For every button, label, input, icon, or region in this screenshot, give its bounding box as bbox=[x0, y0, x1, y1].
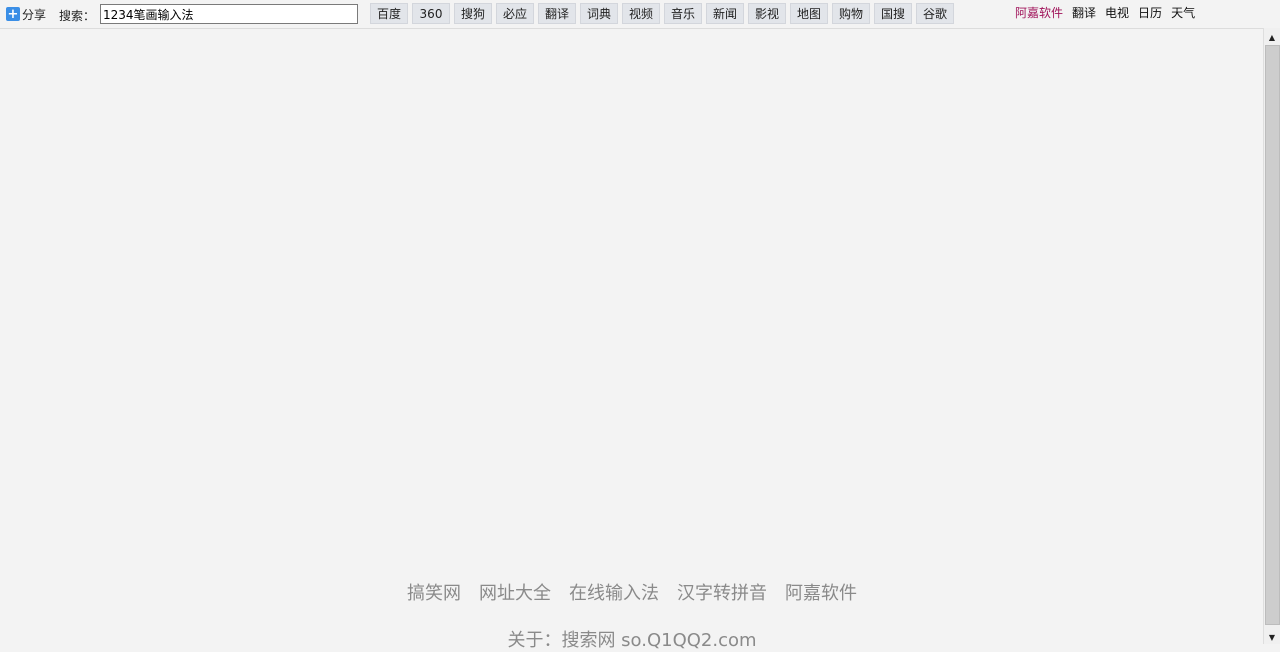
share-label: 分享 bbox=[22, 7, 47, 22]
tv-link[interactable]: 电视 bbox=[1105, 4, 1129, 21]
translate-link[interactable]: 翻译 bbox=[1072, 4, 1096, 21]
footer-link-directory[interactable]: 网址大全 bbox=[479, 579, 551, 605]
engine-button-360[interactable]: 360 bbox=[412, 3, 450, 24]
footer-link-online-ime[interactable]: 在线输入法 bbox=[569, 579, 659, 605]
scroll-up-icon[interactable]: ▲ bbox=[1265, 30, 1279, 44]
vertical-scrollbar[interactable]: ▲ ▼ bbox=[1263, 28, 1280, 644]
search-input[interactable] bbox=[100, 4, 358, 24]
engine-button-sogou[interactable]: 搜狗 bbox=[454, 3, 492, 24]
engine-button-video[interactable]: 视频 bbox=[622, 3, 660, 24]
scroll-down-icon[interactable]: ▼ bbox=[1265, 630, 1279, 644]
share-button[interactable]: + 分享 bbox=[6, 6, 46, 22]
scrollbar-thumb[interactable] bbox=[1265, 45, 1280, 625]
search-engine-buttons: 百度 360 搜狗 必应 翻译 词典 视频 音乐 新闻 影视 地图 购物 国搜 … bbox=[370, 3, 954, 24]
engine-button-movies[interactable]: 影视 bbox=[748, 3, 786, 24]
brand-link[interactable]: 阿嘉软件 bbox=[1015, 4, 1063, 21]
about-text: 关于：搜索网 so.Q1QQ2.com bbox=[507, 630, 757, 651]
top-toolbar: + 分享 搜索： 百度 360 搜狗 必应 翻译 词典 视频 音乐 新闻 影视 … bbox=[0, 0, 1264, 29]
footer-link-pinyin[interactable]: 汉字转拼音 bbox=[677, 579, 767, 605]
engine-button-music[interactable]: 音乐 bbox=[664, 3, 702, 24]
engine-button-dictionary[interactable]: 词典 bbox=[580, 3, 618, 24]
engine-button-shopping[interactable]: 购物 bbox=[832, 3, 870, 24]
right-links: 阿嘉软件 翻译 电视 日历 天气 bbox=[1015, 4, 1195, 21]
engine-button-chinaso[interactable]: 国搜 bbox=[874, 3, 912, 24]
footer-links: 搞笑网 网址大全 在线输入法 汉字转拼音 阿嘉软件 bbox=[0, 579, 1264, 605]
engine-button-translate[interactable]: 翻译 bbox=[538, 3, 576, 24]
engine-button-google[interactable]: 谷歌 bbox=[916, 3, 954, 24]
engine-button-news[interactable]: 新闻 bbox=[706, 3, 744, 24]
engine-button-baidu[interactable]: 百度 bbox=[370, 3, 408, 24]
engine-button-map[interactable]: 地图 bbox=[790, 3, 828, 24]
search-label: 搜索： bbox=[59, 9, 96, 23]
footer-link-jokes[interactable]: 搞笑网 bbox=[407, 579, 461, 605]
engine-button-bing[interactable]: 必应 bbox=[496, 3, 534, 24]
calendar-link[interactable]: 日历 bbox=[1138, 4, 1162, 21]
plus-icon: + bbox=[6, 6, 20, 22]
footer-link-ajia-software[interactable]: 阿嘉软件 bbox=[785, 579, 857, 605]
weather-link[interactable]: 天气 bbox=[1171, 4, 1195, 21]
